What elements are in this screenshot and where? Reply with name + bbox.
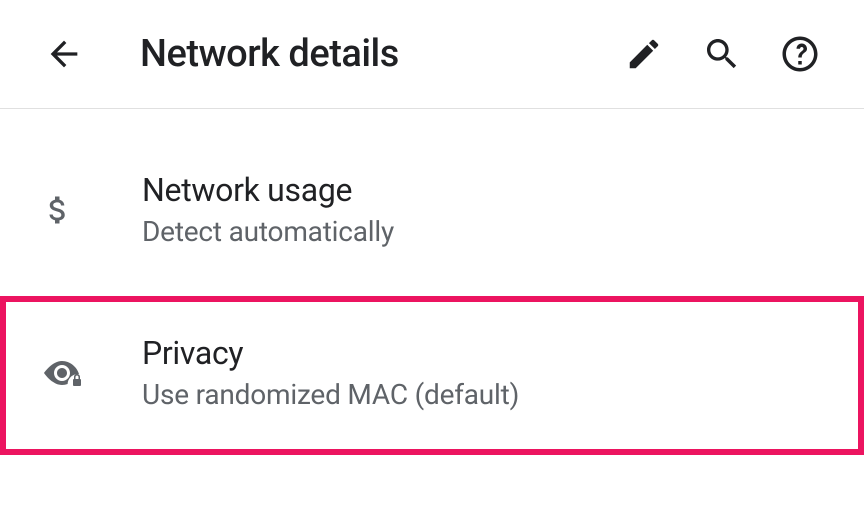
setting-text: Network usage Detect automatically [142,171,824,248]
search-button[interactable] [698,30,746,78]
network-usage-item[interactable]: Network usage Detect automatically [0,149,864,270]
privacy-eye-lock-icon [40,353,90,393]
dollar-icon [40,192,76,228]
edit-button[interactable] [620,30,668,78]
edit-icon [625,35,663,73]
arrow-back-icon [44,34,84,74]
privacy-item[interactable]: Privacy Use randomized MAC (default) [0,296,864,455]
page-title: Network details [140,32,620,76]
setting-icon-container [40,353,100,393]
setting-subtitle: Use randomized MAC (default) [142,378,824,411]
help-icon [779,33,821,75]
header-actions [620,30,824,78]
setting-text: Privacy Use randomized MAC (default) [142,334,824,411]
settings-list: Network usage Detect automatically Priva… [0,109,864,455]
back-button[interactable] [40,30,88,78]
setting-subtitle: Detect automatically [142,215,824,248]
help-button[interactable] [776,30,824,78]
search-icon [702,34,742,74]
header: Network details [0,0,864,109]
setting-title: Network usage [142,171,824,209]
setting-icon-container [40,192,100,228]
setting-title: Privacy [142,334,824,372]
